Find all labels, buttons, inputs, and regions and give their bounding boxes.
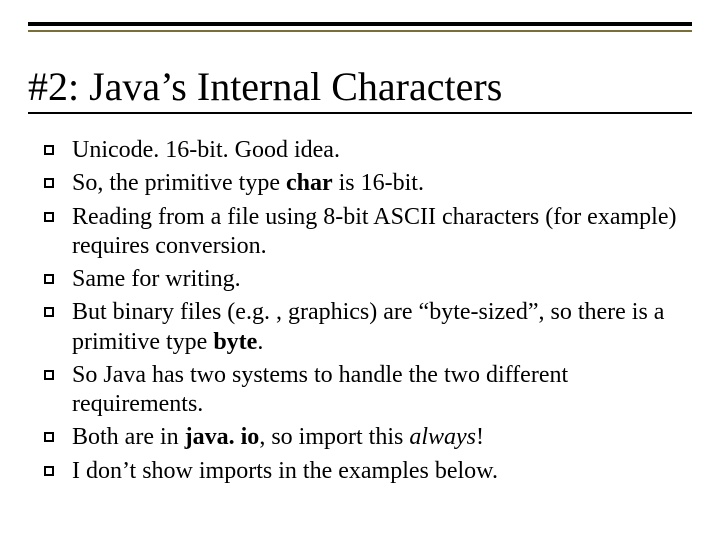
list-item: Unicode. 16-bit. Good idea. (28, 136, 692, 165)
slide-title: #2: Java’s Internal Characters (28, 66, 692, 108)
square-bullet-icon (44, 370, 54, 380)
square-bullet-icon (44, 145, 54, 155)
list-item: So Java has two systems to handle the tw… (28, 361, 692, 420)
square-bullet-icon (44, 212, 54, 222)
list-item: So, the primitive type char is 16-bit. (28, 169, 692, 198)
list-item-text: So, the primitive type char is 16-bit. (72, 170, 424, 196)
list-item: But binary files (e.g. , graphics) are “… (28, 298, 692, 357)
list-item-text: I don’t show imports in the examples bel… (72, 458, 498, 484)
square-bullet-icon (44, 307, 54, 317)
top-rule-thick (28, 22, 692, 26)
bullet-list: Unicode. 16-bit. Good idea. So, the primi… (28, 136, 692, 486)
list-item-text: But binary files (e.g. , graphics) are “… (72, 299, 664, 354)
square-bullet-icon (44, 274, 54, 284)
list-item-text: Unicode. 16-bit. Good idea. (72, 137, 340, 163)
list-item: Both are in java. io, so import this alw… (28, 423, 692, 452)
square-bullet-icon (44, 178, 54, 188)
list-item: Same for writing. (28, 265, 692, 294)
list-item-text: Both are in java. io, so import this alw… (72, 424, 484, 450)
list-item: Reading from a file using 8-bit ASCII ch… (28, 203, 692, 262)
title-underline (28, 112, 692, 114)
list-item-text: So Java has two systems to handle the tw… (72, 362, 568, 417)
list-item-text: Reading from a file using 8-bit ASCII ch… (72, 204, 676, 259)
square-bullet-icon (44, 432, 54, 442)
square-bullet-icon (44, 466, 54, 476)
top-rule-thin (28, 30, 692, 32)
list-item: I don’t show imports in the examples bel… (28, 457, 692, 486)
list-item-text: Same for writing. (72, 266, 241, 292)
slide: #2: Java’s Internal Characters Unicode. … (0, 0, 720, 540)
